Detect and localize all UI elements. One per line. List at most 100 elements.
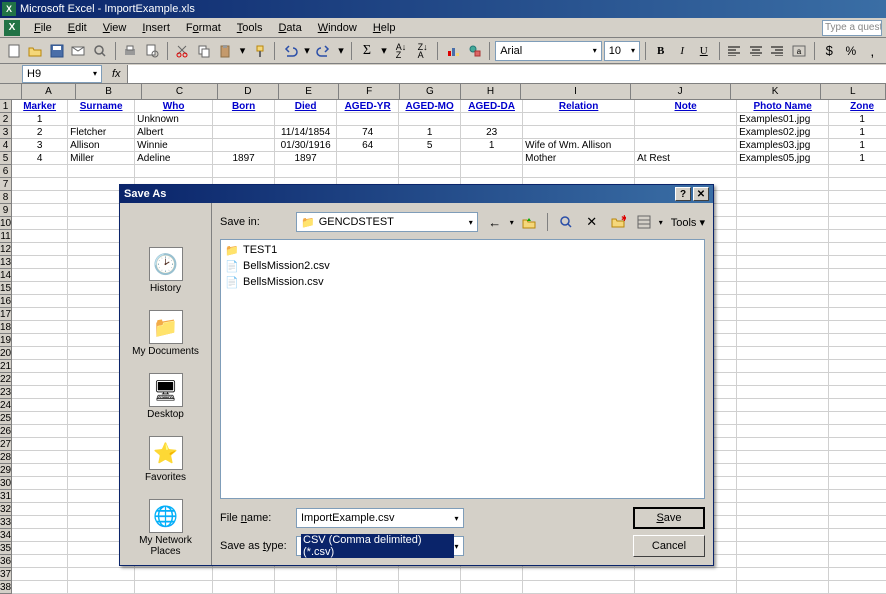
- cell[interactable]: [399, 113, 461, 126]
- cell[interactable]: [12, 217, 68, 230]
- save-button[interactable]: Save: [633, 507, 705, 529]
- cell[interactable]: [829, 451, 886, 464]
- cell[interactable]: [523, 113, 635, 126]
- cell[interactable]: [461, 113, 523, 126]
- cell[interactable]: [337, 113, 399, 126]
- cell[interactable]: [213, 139, 275, 152]
- cell[interactable]: [461, 568, 523, 581]
- email-button[interactable]: [69, 40, 89, 62]
- header-cell[interactable]: Who: [135, 100, 213, 113]
- cell[interactable]: [829, 191, 886, 204]
- autosum-dropdown[interactable]: ▾: [379, 44, 390, 57]
- cell[interactable]: [829, 282, 886, 295]
- cell[interactable]: [213, 581, 275, 594]
- search-button[interactable]: [90, 40, 110, 62]
- cell[interactable]: [737, 243, 829, 256]
- cell[interactable]: Adeline: [135, 152, 213, 165]
- cell[interactable]: [12, 360, 68, 373]
- cell[interactable]: [829, 529, 886, 542]
- places-item[interactable]: ⭐Favorites: [141, 432, 190, 487]
- cell[interactable]: [829, 165, 886, 178]
- row-header[interactable]: 16: [0, 295, 12, 308]
- header-cell[interactable]: Surname: [68, 100, 135, 113]
- cell[interactable]: [337, 165, 399, 178]
- cell[interactable]: [12, 529, 68, 542]
- menu-format[interactable]: Format: [178, 20, 229, 36]
- cell[interactable]: [523, 165, 635, 178]
- row-header[interactable]: 19: [0, 334, 12, 347]
- cell[interactable]: 5: [399, 139, 461, 152]
- views-button[interactable]: [633, 211, 655, 233]
- cell[interactable]: [737, 373, 829, 386]
- sort-asc-button[interactable]: A↓Z: [391, 40, 411, 62]
- menu-data[interactable]: Data: [270, 20, 309, 36]
- cell[interactable]: [635, 581, 737, 594]
- cell[interactable]: [737, 412, 829, 425]
- cell[interactable]: [737, 464, 829, 477]
- cell[interactable]: 1: [399, 126, 461, 139]
- cell[interactable]: Examples05.jpg: [737, 152, 829, 165]
- views-dropdown[interactable]: ▾: [659, 218, 663, 227]
- cell[interactable]: [829, 347, 886, 360]
- col-header-L[interactable]: L: [821, 84, 886, 99]
- row-header[interactable]: 3: [0, 126, 12, 139]
- cell[interactable]: [12, 490, 68, 503]
- cell[interactable]: 11/14/1854: [275, 126, 337, 139]
- col-header-H[interactable]: H: [461, 84, 522, 99]
- cell[interactable]: [12, 581, 68, 594]
- cell[interactable]: 1: [829, 113, 886, 126]
- cell[interactable]: [737, 178, 829, 191]
- cell[interactable]: 64: [337, 139, 399, 152]
- new-folder-button[interactable]: ✱: [607, 211, 629, 233]
- cell[interactable]: [635, 165, 737, 178]
- ask-a-question-box[interactable]: Type a quest: [822, 20, 882, 36]
- col-header-K[interactable]: K: [731, 84, 821, 99]
- cell[interactable]: [829, 217, 886, 230]
- cell[interactable]: [737, 503, 829, 516]
- row-header[interactable]: 6: [0, 165, 12, 178]
- cell[interactable]: [523, 568, 635, 581]
- row-header[interactable]: 24: [0, 399, 12, 412]
- cell[interactable]: [737, 256, 829, 269]
- paste-dropdown[interactable]: ▾: [237, 44, 248, 57]
- cell[interactable]: [68, 568, 135, 581]
- cell[interactable]: [737, 425, 829, 438]
- cell[interactable]: [12, 542, 68, 555]
- cell[interactable]: Wife of Wm. Allison: [523, 139, 635, 152]
- cell[interactable]: [737, 360, 829, 373]
- select-all-corner[interactable]: [0, 84, 22, 99]
- file-item[interactable]: 📄BellsMission.csv: [223, 274, 702, 290]
- cell[interactable]: [635, 139, 737, 152]
- col-header-C[interactable]: C: [142, 84, 218, 99]
- cell[interactable]: [135, 165, 213, 178]
- row-header[interactable]: 28: [0, 451, 12, 464]
- cell[interactable]: [12, 295, 68, 308]
- row-header[interactable]: 14: [0, 269, 12, 282]
- cell[interactable]: [829, 243, 886, 256]
- cell[interactable]: [68, 581, 135, 594]
- cell[interactable]: At Rest: [635, 152, 737, 165]
- cell[interactable]: 1897: [275, 152, 337, 165]
- close-button[interactable]: ✕: [693, 187, 709, 201]
- cell[interactable]: [829, 373, 886, 386]
- cell[interactable]: [635, 113, 737, 126]
- cell[interactable]: [68, 165, 135, 178]
- cell[interactable]: [12, 555, 68, 568]
- cell[interactable]: [829, 555, 886, 568]
- cell[interactable]: [12, 321, 68, 334]
- row-header[interactable]: 5: [0, 152, 12, 165]
- cell[interactable]: [737, 308, 829, 321]
- cell[interactable]: [12, 243, 68, 256]
- cell[interactable]: Miller: [68, 152, 135, 165]
- cell[interactable]: [737, 529, 829, 542]
- cell[interactable]: [737, 568, 829, 581]
- places-item[interactable]: 🕑History: [145, 243, 187, 298]
- save-in-selector[interactable]: 📁 GENCDSTEST ▾: [296, 212, 478, 232]
- cell[interactable]: [829, 204, 886, 217]
- save-type-selector[interactable]: CSV (Comma delimited) (*.csv) ▾: [296, 536, 464, 556]
- cell[interactable]: [829, 516, 886, 529]
- redo-dropdown[interactable]: ▾: [336, 44, 347, 57]
- cell[interactable]: [12, 334, 68, 347]
- cell[interactable]: [737, 204, 829, 217]
- cell[interactable]: [399, 152, 461, 165]
